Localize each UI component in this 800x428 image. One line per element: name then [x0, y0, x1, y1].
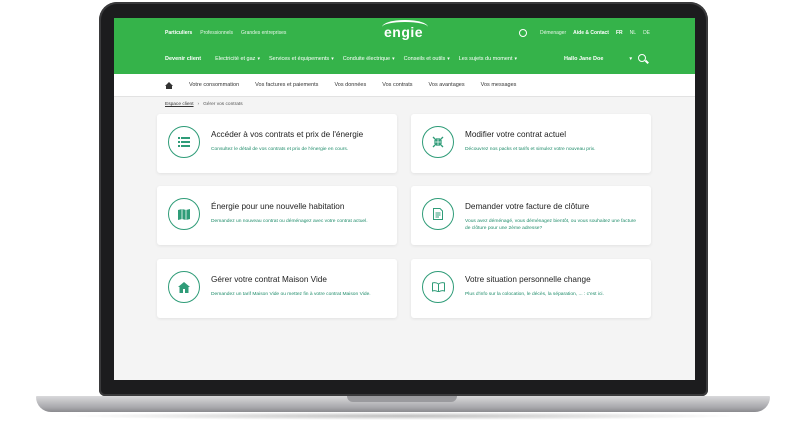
nav-label: Services et équipements [268, 56, 330, 62]
user-greeting: Hallo Jane Doe [564, 56, 604, 62]
nav-services[interactable]: Services et équipements ▾ [269, 56, 334, 62]
list-icon [178, 137, 190, 147]
laptop-shadow [60, 412, 746, 420]
header: Particuliers Professionnels Grandes entr… [114, 18, 695, 74]
nav-conduite[interactable]: Conduite électrique ▾ [343, 56, 395, 62]
chevron-down-icon: ▾ [392, 56, 395, 62]
card-icon-circle [422, 198, 454, 230]
card-icon-circle [168, 198, 200, 230]
tab-avantages[interactable]: Vos avantages [429, 82, 465, 88]
segment-professionnels[interactable]: Professionnels [200, 30, 233, 36]
chevron-down-icon: ▾ [331, 56, 334, 62]
open-book-icon [431, 282, 445, 292]
chevron-down-icon: ▾ [447, 56, 450, 62]
account-nav: Votre consommation Vos factures et paiem… [114, 74, 695, 97]
card-description: Demandez un nouveau contrat ou déménagez… [211, 219, 368, 224]
nav-sujets[interactable]: Les sujets du moment ▾ [459, 56, 517, 62]
card-description: Consultez le détail de vos contrats et p… [211, 147, 349, 152]
card-title: Demander votre facture de clôture [465, 202, 590, 211]
map-icon [178, 208, 190, 220]
card-description: Plus d'info sur la colocation, le décès,… [465, 292, 604, 297]
card-contracts-prices[interactable]: Accéder à vos contrats et prix de l'éner… [157, 114, 397, 173]
nav-devenir-client[interactable]: Devenir client [165, 56, 201, 62]
nav-conseils[interactable]: Conseils et outils ▾ [404, 56, 450, 62]
screen: Particuliers Professionnels Grandes entr… [114, 18, 695, 380]
card-icon-circle [422, 126, 454, 158]
logo[interactable]: engie [384, 24, 423, 40]
card-title: Modifier votre contrat actuel [465, 130, 567, 139]
tab-consommation[interactable]: Votre consommation [189, 82, 239, 88]
card-icon-circle [422, 271, 454, 303]
user-menu[interactable]: Hallo Jane Doe ▾ [564, 56, 632, 62]
card-title: Votre situation personnelle change [465, 275, 591, 284]
search-icon[interactable] [638, 54, 646, 62]
card-new-home[interactable]: Énergie pour une nouvelle habitation Dem… [157, 186, 397, 245]
house-icon [178, 281, 190, 293]
tab-messages[interactable]: Vos messages [481, 82, 517, 88]
card-icon-circle [168, 126, 200, 158]
card-description: Découvrez nos packs et tarifs et simulez… [465, 147, 596, 152]
card-title: Gérer votre contrat Maison Vide [211, 275, 327, 284]
nav-label: Conseils et outils [403, 56, 446, 62]
utility-nav: Démenager Aide & Contact FR NL DE [519, 29, 650, 37]
chevron-right-icon: › [197, 102, 200, 107]
segment-nav: Particuliers Professionnels Grandes entr… [165, 30, 286, 36]
nav-label: Conduite électrique [342, 56, 391, 62]
nav-label: Les sujets du moment [458, 56, 513, 62]
home-icon[interactable] [165, 81, 173, 89]
chevron-down-icon: ▾ [629, 56, 632, 62]
tab-factures[interactable]: Vos factures et paiements [255, 82, 318, 88]
main-nav: Devenir client Electricité et gaz ▾ Servi… [165, 56, 526, 62]
segment-particuliers[interactable]: Particuliers [165, 30, 192, 36]
compress-arrows-icon [432, 136, 444, 148]
breadcrumb-current: Gérer vos contrats [203, 102, 243, 107]
breadcrumb: Espace client › Gérer vos contrats [165, 102, 243, 107]
invoice-icon [433, 208, 443, 220]
laptop-notch [347, 396, 457, 402]
card-title: Accéder à vos contrats et prix de l'éner… [211, 130, 364, 139]
lang-nl[interactable]: NL [630, 30, 636, 36]
sun-icon[interactable] [519, 29, 527, 37]
lang-de[interactable]: DE [643, 30, 650, 36]
tab-contrats[interactable]: Vos contrats [382, 82, 412, 88]
card-description: Demandez un tarif Maison Vide ou mettez … [211, 292, 371, 297]
card-title: Énergie pour une nouvelle habitation [211, 202, 345, 211]
card-closing-invoice[interactable]: Demander votre facture de clôture Vous a… [411, 186, 651, 245]
segment-grandes-entreprises[interactable]: Grandes entreprises [241, 30, 286, 36]
chevron-down-icon: ▾ [514, 56, 518, 62]
move-link[interactable]: Démenager [540, 30, 566, 36]
chevron-down-icon: ▾ [257, 56, 260, 62]
card-empty-house[interactable]: Gérer votre contrat Maison Vide Demandez… [157, 259, 397, 318]
card-description: Vous avez déménagé, vous déménagez bient… [465, 219, 637, 231]
lang-fr[interactable]: FR [616, 30, 623, 36]
help-contact-link[interactable]: Aide & Contact [573, 30, 609, 36]
breadcrumb-root[interactable]: Espace client [165, 102, 194, 107]
nav-electricite-gaz[interactable]: Electricité et gaz ▾ [215, 56, 260, 62]
card-icon-circle [168, 271, 200, 303]
nav-label: Electricité et gaz [215, 56, 256, 62]
tab-donnees[interactable]: Vos données [334, 82, 366, 88]
card-personal-situation[interactable]: Votre situation personnelle change Plus … [411, 259, 651, 318]
card-modify-contract[interactable]: Modifier votre contrat actuel Découvrez … [411, 114, 651, 173]
